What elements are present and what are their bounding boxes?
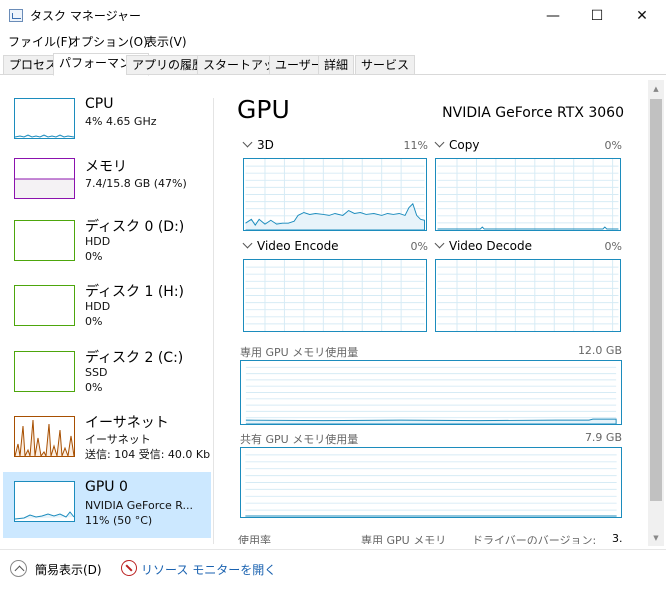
sidebar-item-name: ディスク 0 (D:) (85, 219, 185, 235)
tab-services[interactable]: サービス (355, 55, 416, 75)
gpu-title: GPU (237, 95, 290, 124)
chevron-down-icon (434, 238, 445, 249)
sidebar-item-disk-0[interactable]: ディスク 0 (D:) HDD 0% (3, 216, 211, 278)
shared-memory-label: 共有 GPU メモリ使用量 (240, 433, 359, 446)
sidebar-item-name: CPU (85, 96, 114, 112)
window-title: タスク マネージャー (30, 9, 141, 23)
sidebar-item-cpu[interactable]: CPU 4% 4.65 GHz (3, 92, 211, 154)
graph-shared-memory (240, 447, 622, 518)
sidebar-item-name: メモリ (85, 159, 127, 175)
graph-3d (243, 158, 427, 231)
sidebar-item-type: SSD (85, 366, 108, 379)
menu-options[interactable]: オプション(O) (69, 33, 148, 50)
engine-selector-3d[interactable]: 3D (242, 137, 274, 152)
vertical-scrollbar[interactable]: ▲ ▼ (648, 80, 664, 546)
engine-label: 3D (257, 138, 274, 152)
disk-0-thumbnail-graph (14, 220, 75, 261)
gpu-model-name: NVIDIA GeForce RTX 3060 (442, 105, 624, 121)
gpu-thumbnail-graph (14, 481, 75, 522)
sidebar-item-gpu-0[interactable]: GPU 0 NVIDIA GeForce R... 11% (50 °C) (3, 472, 211, 538)
engine-label: Video Encode (257, 239, 339, 253)
sidebar-divider (213, 98, 214, 544)
engine-percent: 0% (410, 240, 428, 253)
footer: 簡易表示(D) リソース モニターを開く (0, 549, 666, 593)
sidebar-item-detail: 11% (50 °C) (85, 514, 153, 527)
graph-copy (435, 158, 621, 231)
sidebar-item-name: イーサネット (85, 415, 169, 431)
menu-bar: ファイル(F) オプション(O) 表示(V) (0, 31, 666, 51)
menu-view[interactable]: 表示(V) (145, 33, 187, 50)
gpu-detail-panel: GPU NVIDIA GeForce RTX 3060 3D 11% Copy … (216, 92, 646, 544)
dedicated-memory-label: 専用 GPU メモリ使用量 (240, 346, 359, 359)
minimize-button[interactable]: — (530, 0, 576, 31)
sidebar-item-memory[interactable]: メモリ 7.4/15.8 GB (47%) (3, 154, 211, 216)
open-resource-monitor-link[interactable]: リソース モニターを開く (141, 561, 276, 578)
chevron-up-circle-icon[interactable] (10, 560, 27, 577)
shared-memory-max: 7.9 GB (584, 431, 622, 444)
performance-sidebar: CPU 4% 4.65 GHz メモリ 7.4/15.8 GB (47%) ディ… (3, 92, 211, 544)
engine-selector-video-decode[interactable]: Video Decode (434, 238, 532, 253)
tab-details[interactable]: 詳細 (318, 55, 355, 75)
fewer-details-button[interactable]: 簡易表示(D) (35, 561, 102, 578)
sidebar-item-detail: 0% (85, 315, 103, 328)
sidebar-item-detail: 7.4/15.8 GB (47%) (85, 177, 187, 190)
ethernet-thumbnail-graph (14, 416, 75, 457)
sidebar-item-adapter: イーサネット (85, 433, 151, 446)
graph-dedicated-memory (240, 360, 622, 425)
stat-dedicated-memory-label: 専用 GPU メモリ (361, 534, 447, 544)
stat-utilization-label: 使用率 (238, 534, 271, 544)
scroll-up-arrow-icon[interactable]: ▲ (648, 80, 664, 97)
chevron-down-icon (242, 238, 253, 249)
resource-monitor-icon[interactable] (121, 560, 137, 576)
stat-driver-version-value: 3. (612, 532, 623, 544)
engine-percent: 0% (604, 139, 622, 152)
engine-selector-video-encode[interactable]: Video Encode (242, 238, 339, 253)
cpu-thumbnail-graph (14, 98, 75, 139)
scroll-thumb[interactable] (650, 99, 662, 501)
sidebar-item-detail: 0% (85, 381, 103, 394)
dedicated-memory-max: 12.0 GB (577, 344, 622, 357)
sidebar-item-disk-2[interactable]: ディスク 2 (C:) SSD 0% (3, 347, 211, 409)
title-bar: タスク マネージャー — ☐ ✕ (0, 0, 666, 31)
disk-2-thumbnail-graph (14, 351, 75, 392)
maximize-button[interactable]: ☐ (574, 0, 620, 31)
sidebar-item-name: GPU 0 (85, 479, 128, 495)
graph-video-encode (243, 259, 427, 332)
disk-1-thumbnail-graph (14, 285, 75, 326)
sidebar-item-name: ディスク 2 (C:) (85, 350, 184, 366)
engine-percent: 11% (403, 139, 428, 152)
chevron-down-icon (434, 137, 445, 148)
engine-label: Video Decode (449, 239, 532, 253)
close-button[interactable]: ✕ (619, 0, 665, 31)
sidebar-item-ethernet[interactable]: イーサネット イーサネット 送信: 104 受信: 40.0 Kbps (3, 412, 211, 474)
menu-file[interactable]: ファイル(F) (8, 33, 72, 50)
sidebar-item-disk-1[interactable]: ディスク 1 (H:) HDD 0% (3, 281, 211, 343)
stat-driver-version-label: ドライバーのバージョン: (472, 534, 597, 544)
sidebar-item-adapter: NVIDIA GeForce R... (85, 499, 194, 512)
sidebar-item-type: HDD (85, 235, 111, 248)
sidebar-item-detail: 送信: 104 受信: 40.0 Kbps (85, 448, 211, 461)
engine-label: Copy (449, 138, 480, 152)
sidebar-item-name: ディスク 1 (H:) (85, 284, 184, 300)
chevron-down-icon (242, 137, 253, 148)
sidebar-item-detail: 0% (85, 250, 103, 263)
memory-thumbnail-graph (14, 158, 75, 199)
sidebar-item-detail: 4% 4.65 GHz (85, 115, 157, 128)
engine-selector-copy[interactable]: Copy (434, 137, 480, 152)
tab-bar: プロセス パフォーマンス アプリの履歴 スタートアップ ユーザー 詳細 サービス (0, 53, 666, 76)
graph-video-decode (435, 259, 621, 332)
scroll-down-arrow-icon[interactable]: ▼ (648, 529, 664, 546)
sidebar-item-type: HDD (85, 300, 111, 313)
engine-percent: 0% (604, 240, 622, 253)
task-manager-icon (9, 9, 23, 22)
